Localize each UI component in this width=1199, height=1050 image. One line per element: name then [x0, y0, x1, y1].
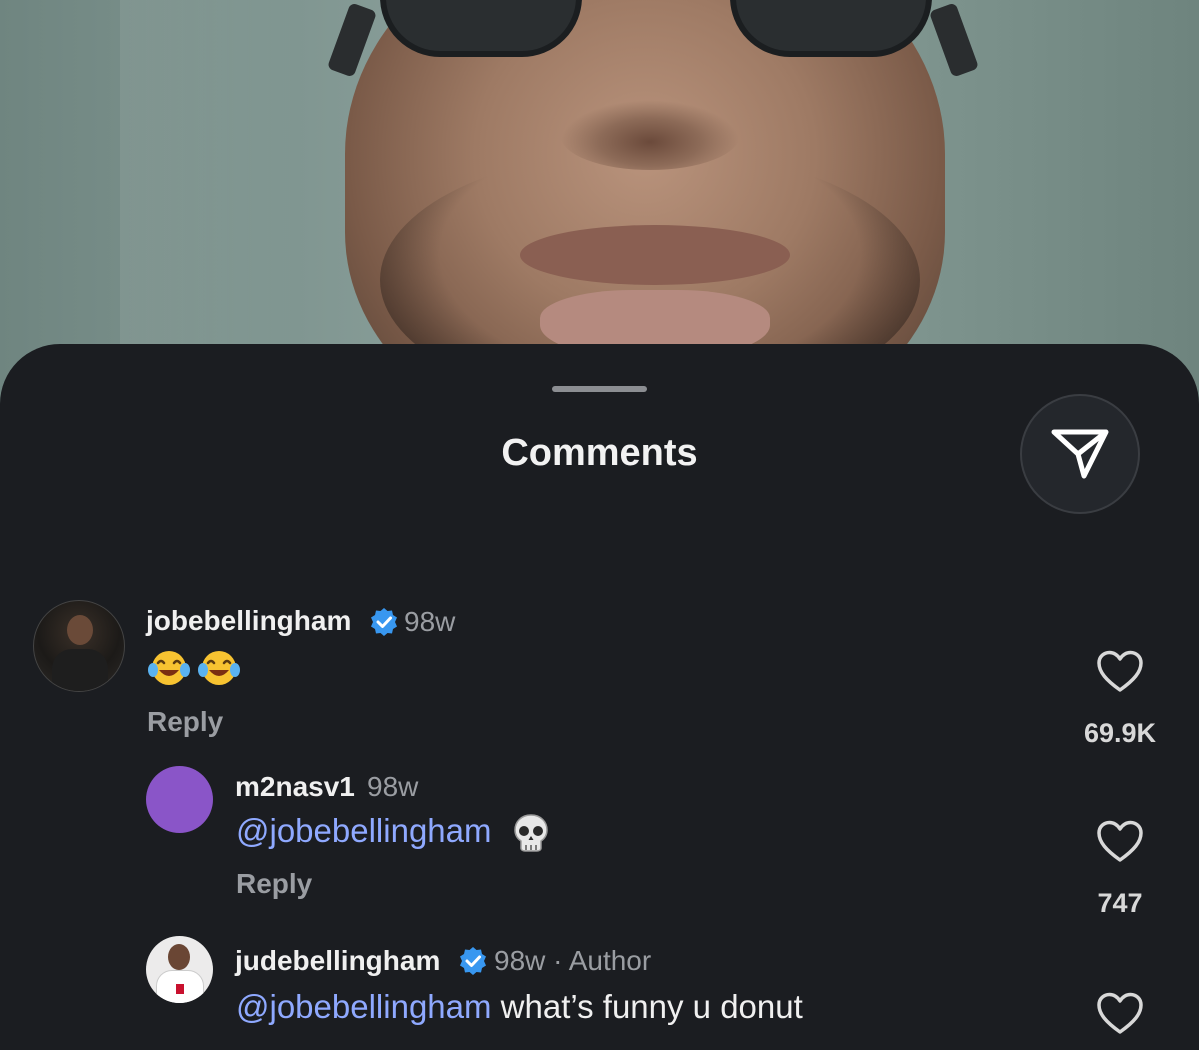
comment-item: jobebellingham 98w Reply 69.9K [0, 594, 1199, 764]
comments-sheet: Comments jobebellingham 98w Reply 69.9K … [0, 344, 1199, 1050]
reply-comment-item: m2nasv1 98w @jobebellingham Reply 747 [0, 764, 1199, 934]
heart-icon[interactable] [1096, 820, 1144, 864]
avatar[interactable] [33, 600, 125, 692]
comment-time: 98w · Author [494, 945, 652, 976]
photo-goggle-strap-right [928, 2, 980, 78]
comment-username[interactable]: m2nasv1 [235, 771, 355, 803]
heart-icon[interactable] [1096, 650, 1144, 694]
photo-lip-top [520, 225, 790, 285]
comment-emojis [148, 648, 241, 692]
avatar[interactable] [146, 766, 213, 833]
send-icon [1051, 429, 1109, 479]
photo-nose [560, 100, 740, 170]
mention-link[interactable]: @jobebellingham [236, 812, 492, 849]
avatar-head [168, 944, 190, 970]
avatar[interactable] [146, 936, 213, 1003]
comment-username[interactable]: judebellingham [235, 945, 440, 977]
skull-icon [513, 814, 548, 853]
comment-time: 98w [367, 771, 419, 802]
share-button[interactable] [1020, 394, 1140, 514]
photo-goggle-right [730, 0, 932, 57]
photo-goggle-left [380, 0, 582, 57]
comment-username[interactable]: jobebellingham [146, 605, 351, 637]
reply-comment-item: judebellingham 98w · Author @jobebelling… [0, 936, 1199, 1050]
mention-link[interactable]: @jobebellingham [236, 988, 492, 1025]
verified-badge-icon [460, 947, 486, 975]
reply-button[interactable]: Reply [147, 706, 223, 738]
avatar-shirt-number [176, 984, 184, 994]
avatar-head [67, 615, 93, 645]
face-with-tears-of-joy-icon [198, 651, 241, 685]
reply-button[interactable]: Reply [236, 868, 312, 900]
heart-icon[interactable] [1096, 992, 1144, 1036]
comment-time: 98w [404, 606, 456, 637]
verified-badge-icon [371, 608, 397, 636]
like-count: 69.9K [1083, 718, 1157, 748]
comment-message: what’s funny u donut [491, 988, 803, 1025]
avatar-shirt [52, 649, 108, 691]
face-with-tears-of-joy-icon [148, 651, 190, 685]
comment-text: @jobebellingham what’s funny u donut [236, 988, 803, 1026]
like-count: 747 [1097, 888, 1143, 918]
comment-text: @jobebellingham [236, 812, 551, 854]
sheet-grabber[interactable] [552, 386, 647, 392]
